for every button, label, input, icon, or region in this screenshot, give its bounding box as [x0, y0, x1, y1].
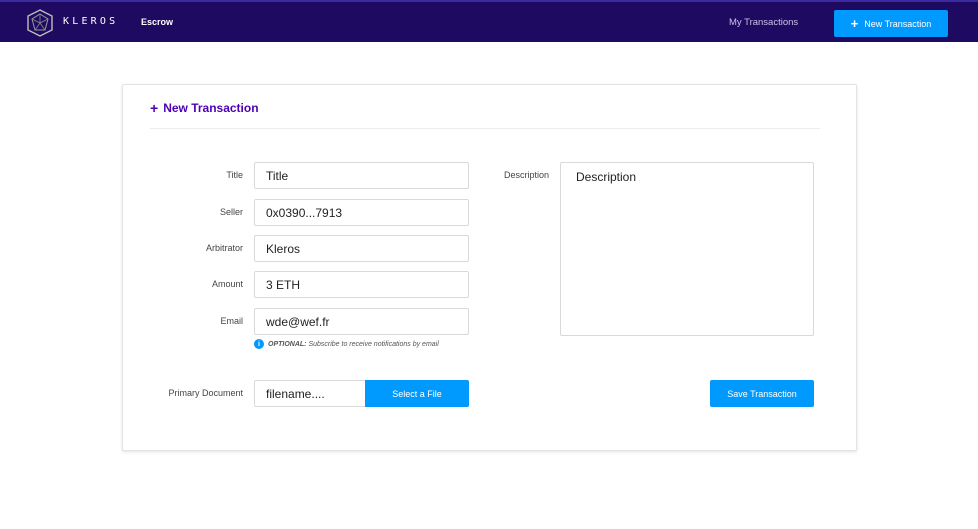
- primary-document-filename[interactable]: filename....: [254, 380, 366, 407]
- nav-new-transaction-button[interactable]: + New Transaction: [834, 10, 948, 37]
- arbitrator-label: Arbitrator: [205, 243, 243, 253]
- plus-icon: +: [850, 16, 859, 31]
- nav-escrow-link[interactable]: Escrow: [141, 17, 173, 27]
- title-input[interactable]: Title: [254, 162, 469, 189]
- plus-icon: +: [150, 100, 159, 116]
- card-divider: [150, 128, 820, 129]
- email-hint-body: Subscribe to receive notifications by em…: [306, 340, 439, 348]
- kleros-logo-icon[interactable]: [25, 8, 55, 38]
- description-label: Description: [503, 170, 549, 180]
- nav-new-transaction-label: New Transaction: [864, 18, 932, 29]
- description-textarea[interactable]: Description: [560, 162, 814, 336]
- amount-input[interactable]: 3 ETH: [254, 271, 469, 298]
- arbitrator-input[interactable]: Kleros: [254, 235, 469, 262]
- seller-input[interactable]: 0x0390...7913: [254, 199, 469, 226]
- info-icon: i: [254, 339, 264, 349]
- amount-label: Amount: [211, 279, 243, 289]
- email-hint: i OPTIONAL: Subscribe to receive notific…: [254, 339, 439, 349]
- title-label: Title: [226, 170, 243, 180]
- card-title: + New Transaction: [150, 101, 259, 115]
- email-label: Email: [220, 316, 243, 326]
- nav-my-transactions-link[interactable]: My Transactions: [729, 17, 798, 28]
- card-title-text: New Transaction: [163, 101, 259, 115]
- new-transaction-card: + New Transaction Title Title Seller 0x0…: [122, 84, 857, 451]
- logo-text[interactable]: KLEROS: [63, 16, 118, 27]
- email-hint-text: OPTIONAL: Subscribe to receive notificat…: [268, 341, 439, 348]
- seller-label: Seller: [219, 207, 243, 217]
- save-transaction-button[interactable]: Save Transaction: [710, 380, 814, 407]
- email-input[interactable]: wde@wef.fr: [254, 308, 469, 335]
- top-navbar: KLEROS Escrow My Transactions + New Tran…: [0, 0, 978, 42]
- email-hint-optional: OPTIONAL:: [268, 340, 307, 348]
- primary-document-label: Primary Document: [168, 388, 243, 398]
- select-file-button[interactable]: Select a File: [365, 380, 469, 407]
